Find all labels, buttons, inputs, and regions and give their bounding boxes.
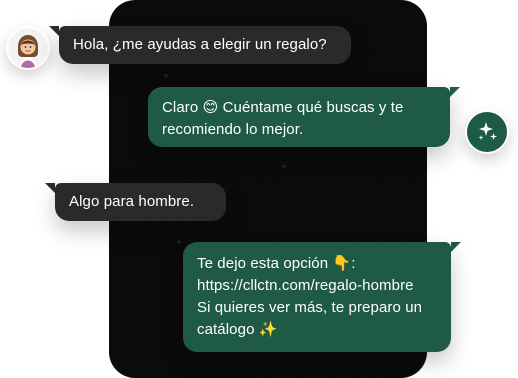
- outgoing-bubble-tail: [451, 242, 461, 252]
- outgoing-bubble-tail: [450, 87, 460, 97]
- chat-message-incoming: Algo para hombre.: [55, 183, 226, 221]
- message-text-line: Si quieres ver más, te preparo un: [197, 299, 423, 316]
- sparkles-icon: [478, 122, 497, 140]
- chat-message-outgoing: Claro 😊 Cuéntame qué buscas y te recomie…: [148, 87, 450, 147]
- chat-message-outgoing: Te dejo esta opción 👇: https://cllctn.co…: [183, 242, 451, 352]
- user-avatar-illustration: [8, 28, 48, 68]
- chat-message-incoming: Hola, ¿me ayudas a elegir un regalo?: [59, 26, 351, 64]
- message-text-line: Algo para hombre.: [69, 193, 195, 210]
- message-text-line: Claro 😊 Cuéntame qué buscas y te: [162, 99, 404, 116]
- message-text-line: Te dejo esta opción 👇:: [197, 255, 356, 272]
- message-text-line: Hola, ¿me ayudas a elegir un regalo?: [73, 36, 327, 53]
- message-text-line: recomiendo lo mejor.: [162, 121, 304, 138]
- user-avatar-icon: [6, 26, 50, 70]
- bot-avatar-icon: [465, 110, 509, 154]
- message-text-line: catálogo ✨: [197, 321, 278, 338]
- incoming-bubble-tail: [49, 26, 59, 36]
- incoming-bubble-tail: [45, 183, 55, 193]
- message-link-text[interactable]: https://cllctn.com/regalo-hombre: [197, 275, 437, 297]
- chat-illustration: Hola, ¿me ayudas a elegir un regalo? Cla…: [0, 0, 518, 378]
